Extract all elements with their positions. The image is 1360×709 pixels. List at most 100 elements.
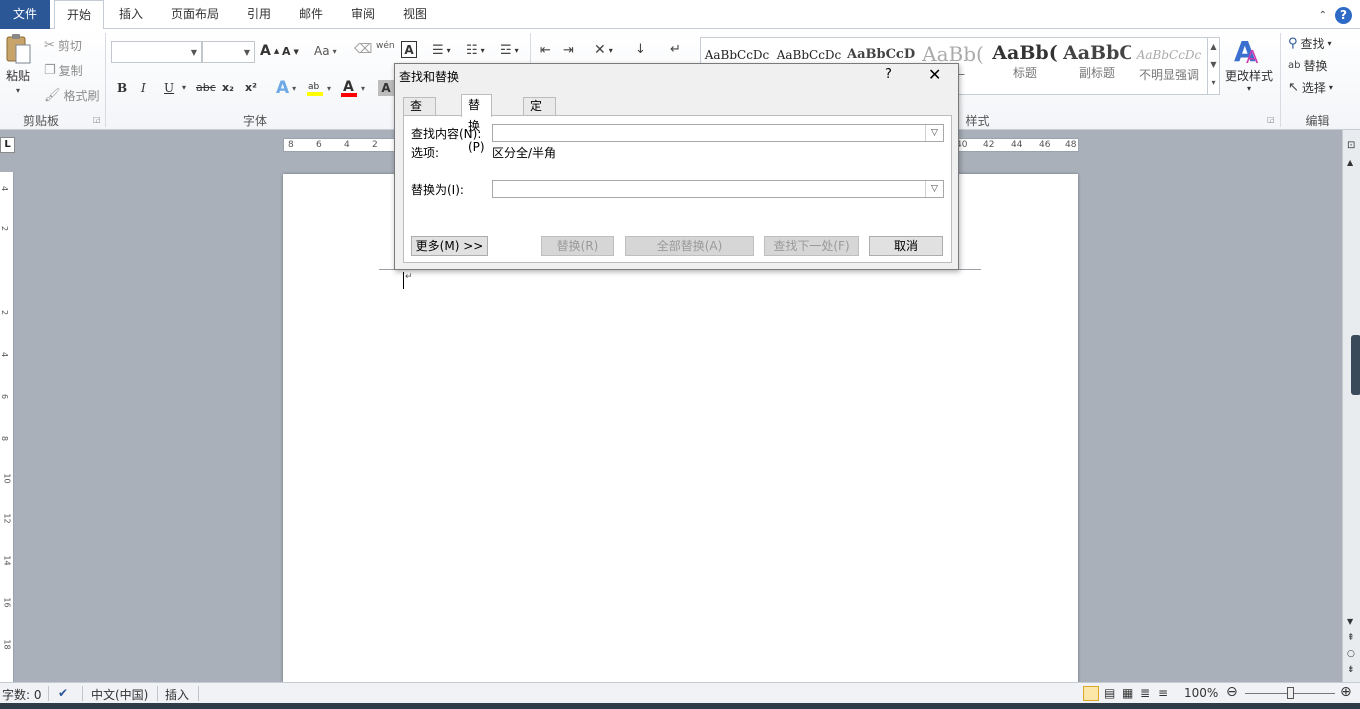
chinese-layout-button[interactable]: ✕ ▾ xyxy=(594,42,613,58)
tab-review[interactable]: 审阅 xyxy=(342,0,384,29)
font-size-combo[interactable]: ▼ xyxy=(202,41,255,63)
bullets-button[interactable]: ☰ ▾ xyxy=(432,43,451,58)
format-painter-button[interactable]: 🖌 格式刷 xyxy=(44,87,100,104)
tab-home[interactable]: 开始 xyxy=(54,0,104,30)
minimize-ribbon-icon[interactable]: ⌃ xyxy=(1319,10,1327,21)
style-item-subtitle[interactable]: AaBbC 副标题 xyxy=(1063,40,1131,92)
print-layout-icon[interactable] xyxy=(1083,686,1099,701)
char-border-button[interactable]: A xyxy=(401,41,417,58)
sort-button[interactable]: ↓ xyxy=(635,42,646,57)
editing-group-label: 编辑 xyxy=(1305,114,1330,128)
tab-stop-selector[interactable]: L xyxy=(0,137,15,153)
style-item-heading[interactable]: AaBb(标题 xyxy=(991,40,1059,92)
copy-button[interactable]: ❐ 复制 xyxy=(44,62,83,79)
zoom-out-icon[interactable]: ⊖ xyxy=(1226,684,1238,700)
shrink-font-button[interactable]: A ▼ xyxy=(282,45,299,58)
multilevel-list-button[interactable]: ☲ ▾ xyxy=(500,43,519,58)
scroll-up-icon[interactable]: ▲ xyxy=(1347,158,1353,167)
tab-view[interactable]: 视图 xyxy=(394,0,436,29)
highlight-button[interactable]: ab ▾ xyxy=(306,78,331,98)
word-count[interactable]: 字数: 0 xyxy=(2,686,42,703)
scroll-thumb[interactable] xyxy=(1351,335,1360,395)
subscript-button[interactable]: x₂ xyxy=(222,81,234,94)
phonetic-guide-button[interactable]: wén xyxy=(376,41,395,51)
ruler-number: 4 xyxy=(0,185,10,192)
next-page-icon[interactable]: ⇟ xyxy=(1347,665,1355,675)
chevron-down-icon: ▼ xyxy=(243,48,250,57)
previous-page-icon[interactable]: ⇞ xyxy=(1347,633,1355,643)
superscript-button[interactable]: x² xyxy=(245,81,257,94)
find-button[interactable]: ⚲ 查找 ▾ xyxy=(1288,35,1332,52)
clipboard-group-label: 剪贴板 xyxy=(22,114,59,128)
change-styles-button[interactable]: AA 更改样式 ▾ xyxy=(1225,33,1273,93)
underline-dropdown-icon[interactable]: ▾ xyxy=(182,83,186,92)
select-button[interactable]: ↖ 选择 ▾ xyxy=(1288,79,1333,96)
outline-icon[interactable]: ≣ xyxy=(1140,686,1150,700)
char-shading-button[interactable]: A xyxy=(378,80,394,96)
zoom-in-icon[interactable]: ⊕ xyxy=(1340,684,1352,700)
browse-object-icon[interactable]: ○ xyxy=(1347,649,1355,659)
style-sample: AaBbC xyxy=(1063,42,1131,64)
style-item-subtle-emphasis[interactable]: AaBbCcDc 不明显强调 xyxy=(1135,40,1203,92)
style-name: 标题 xyxy=(1012,66,1037,80)
eraser-icon: ⌫ xyxy=(354,42,373,57)
tab-references[interactable]: 引用 xyxy=(238,0,280,29)
zoom-level[interactable]: 100% xyxy=(1184,686,1218,700)
styles-scroll[interactable]: ▲ ▼ ▾ xyxy=(1207,38,1219,94)
cancel-button[interactable]: 取消 xyxy=(869,236,943,256)
tab-goto[interactable]: 定位(G) xyxy=(523,97,556,147)
style-sample: AaBbCcDc xyxy=(704,48,770,62)
find-what-input[interactable]: ▽ xyxy=(492,124,944,142)
draft-icon[interactable]: ≡ xyxy=(1158,686,1168,700)
replace-button[interactable]: ab 替换 xyxy=(1288,57,1328,74)
chevron-down-icon[interactable]: ▽ xyxy=(925,181,943,197)
language-indicator[interactable]: 中文(中国) xyxy=(91,686,148,703)
show-marks-button[interactable]: ↵ xyxy=(670,42,681,57)
scroll-down-icon[interactable]: ▼ xyxy=(1347,617,1353,626)
web-layout-icon[interactable]: ▦ xyxy=(1122,686,1133,700)
numbering-button[interactable]: ☷ ▾ xyxy=(466,43,485,58)
font-color-button[interactable]: A ▾ xyxy=(340,78,365,98)
replace-all-button[interactable]: 全部替换(A) xyxy=(625,236,754,256)
increase-indent-button[interactable]: ⇥ xyxy=(563,43,574,58)
vertical-ruler[interactable]: 4 2 2 4 6 8 10 12 14 16 18 xyxy=(0,172,14,682)
style-sample: AaBbCcDc xyxy=(776,48,842,62)
tab-page-layout[interactable]: 页面布局 xyxy=(162,0,228,29)
font-name-combo[interactable]: ▼ xyxy=(111,41,202,63)
multilevel-list-icon: ☲ xyxy=(500,43,512,58)
tab-file[interactable]: 文件 xyxy=(0,0,50,29)
replace-with-input[interactable]: ▽ xyxy=(492,180,944,198)
styles-launcher-icon[interactable]: ◲ xyxy=(1267,115,1275,124)
find-next-button[interactable]: 查找下一处(F) xyxy=(764,236,859,256)
strikethrough-button[interactable]: abc xyxy=(196,81,216,94)
dialog-close-icon[interactable]: ✕ xyxy=(928,65,941,84)
tab-find[interactable]: 查找(D) xyxy=(403,97,436,147)
clipboard-launcher-icon[interactable]: ◲ xyxy=(93,115,101,124)
bold-button[interactable]: B xyxy=(117,81,127,95)
tab-replace[interactable]: 替换(P) xyxy=(461,94,492,154)
grow-font-button[interactable]: A ▲ xyxy=(260,43,279,59)
text-effects-button[interactable]: A ▾ xyxy=(276,78,296,98)
dialog-help-icon[interactable]: ? xyxy=(885,67,892,82)
zoom-slider-thumb[interactable] xyxy=(1287,687,1294,699)
more-button[interactable]: 更多(M) >> xyxy=(411,236,488,256)
italic-button[interactable]: I xyxy=(141,81,146,95)
decrease-indent-button[interactable]: ⇤ xyxy=(540,43,551,58)
replace-one-button[interactable]: 替换(R) xyxy=(541,236,614,256)
paste-dropdown-icon[interactable]: ▾ xyxy=(16,86,20,95)
help-icon[interactable]: ? xyxy=(1335,6,1352,24)
change-case-button[interactable]: Aa ▾ xyxy=(314,44,337,58)
full-screen-reading-icon[interactable]: ▤ xyxy=(1104,686,1115,700)
ruler-toggle-icon[interactable]: ⊡ xyxy=(1347,140,1355,151)
ruler-number: 8 xyxy=(288,140,294,150)
vertical-scrollbar[interactable]: ⊡ ▲ ▼ ⇞ ○ ⇟ xyxy=(1342,130,1360,682)
clear-format-button[interactable]: ⌫ xyxy=(354,42,372,57)
proofing-icon[interactable]: ✔ xyxy=(58,686,68,700)
chevron-down-icon[interactable]: ▽ xyxy=(925,125,943,141)
insert-mode[interactable]: 插入 xyxy=(165,686,189,703)
underline-button[interactable]: U xyxy=(164,81,174,95)
tab-mailings[interactable]: 邮件 xyxy=(290,0,332,29)
paste-button[interactable]: 粘贴 ▾ xyxy=(4,33,32,95)
tab-insert[interactable]: 插入 xyxy=(110,0,152,29)
cut-button[interactable]: ✂ 剪切 xyxy=(44,37,82,54)
